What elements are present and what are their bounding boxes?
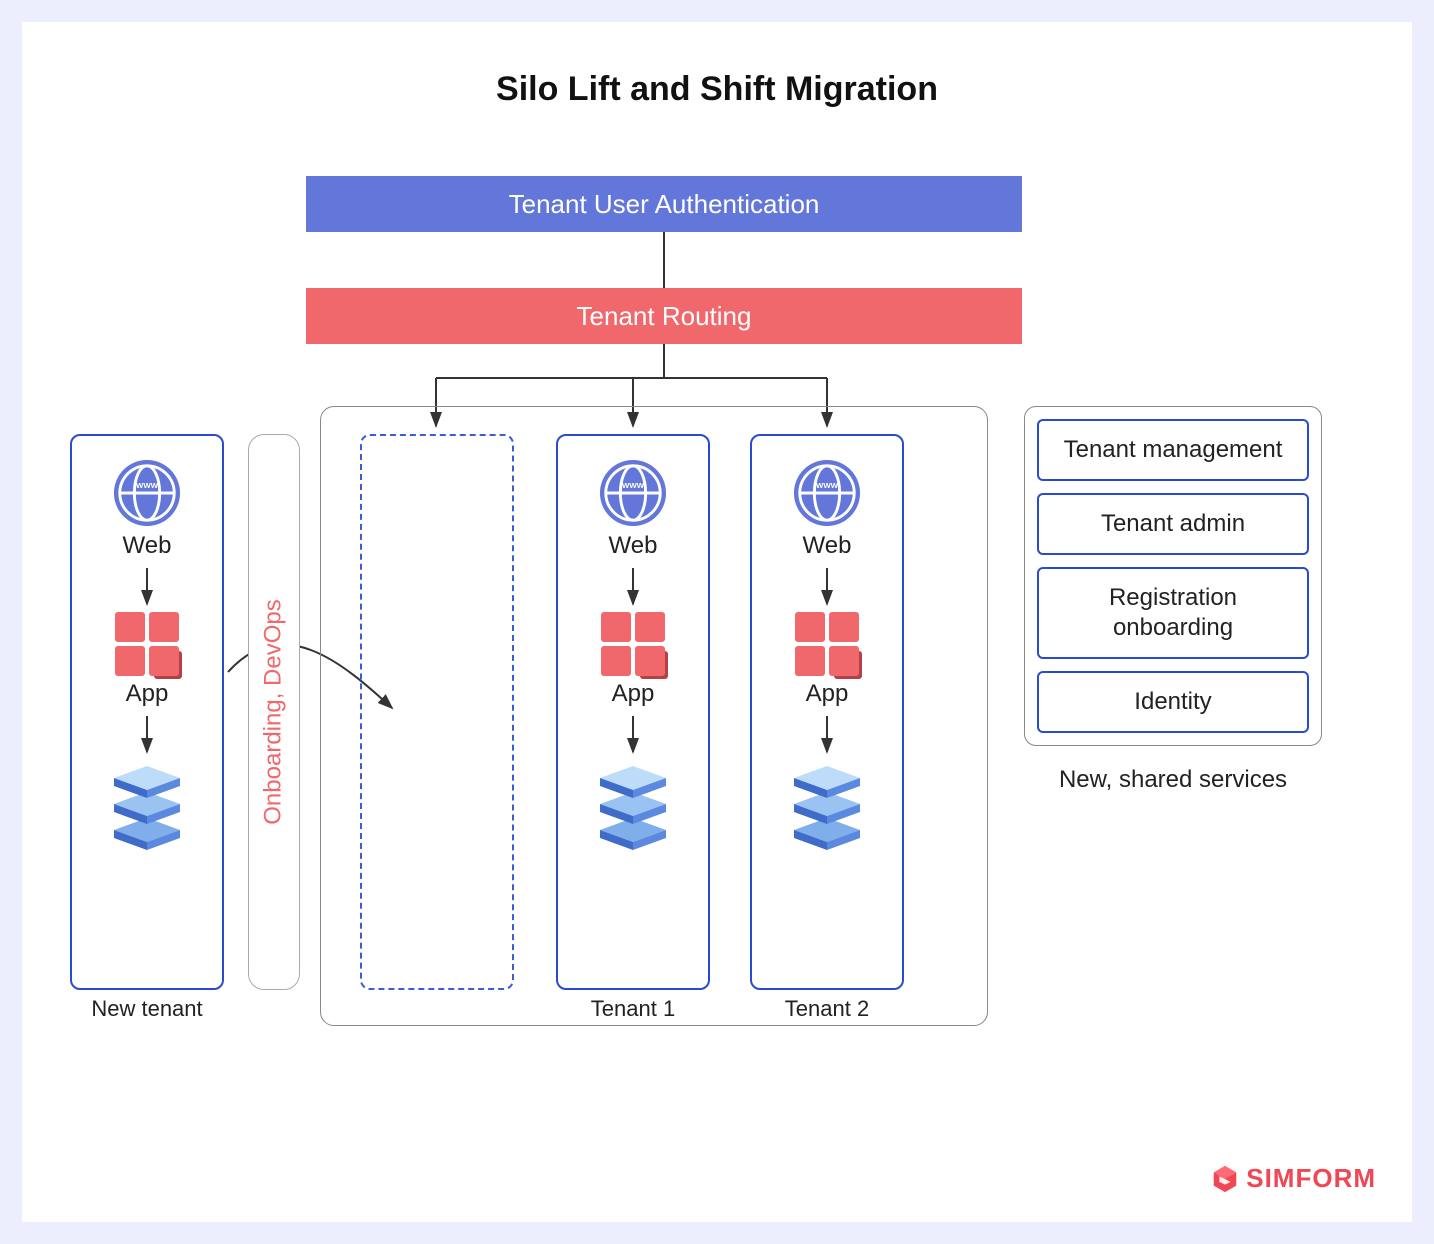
database-icon (788, 760, 866, 852)
new-tenant-silo: WWW Web App (70, 434, 224, 990)
app-icon (795, 612, 859, 676)
placeholder-silo (360, 434, 514, 990)
brand-text: SIMFORM (1246, 1163, 1376, 1194)
service-tenant-management: Tenant management (1037, 419, 1309, 481)
brand-mark-icon (1210, 1164, 1240, 1194)
web-label: Web (123, 532, 172, 560)
tenant-routing-label: Tenant Routing (577, 301, 752, 332)
service-identity: Identity (1037, 671, 1309, 733)
app-label: App (126, 680, 169, 708)
web-label: Web (609, 532, 658, 560)
tenant-routing-bar: Tenant Routing (306, 288, 1022, 344)
app-label: App (612, 680, 655, 708)
svg-text:WWW: WWW (622, 481, 645, 490)
globe-icon: WWW (112, 458, 182, 528)
tenant-1-caption: Tenant 1 (556, 996, 710, 1022)
globe-icon: WWW (792, 458, 862, 528)
app-icon (601, 612, 665, 676)
down-arrow-icon (815, 714, 839, 760)
app-label: App (806, 680, 849, 708)
database-icon (108, 760, 186, 852)
tenant-1-silo: WWW Web App (556, 434, 710, 990)
shared-services-panel: Tenant management Tenant admin Registrat… (1024, 406, 1322, 746)
tenant-auth-label: Tenant User Authentication (509, 189, 820, 220)
onboarding-label: Onboarding, DevOps (260, 599, 288, 824)
tenant-2-caption: Tenant 2 (750, 996, 904, 1022)
tenant-2-silo: WWW Web App (750, 434, 904, 990)
down-arrow-icon (621, 566, 645, 612)
app-icon (115, 612, 179, 676)
down-arrow-icon (621, 714, 645, 760)
tenant-auth-bar: Tenant User Authentication (306, 176, 1022, 232)
svg-text:WWW: WWW (816, 481, 839, 490)
new-tenant-caption: New tenant (70, 996, 224, 1022)
service-registration: Registration onboarding (1037, 567, 1309, 659)
svg-text:WWW: WWW (136, 481, 159, 490)
globe-icon: WWW (598, 458, 668, 528)
down-arrow-icon (135, 566, 159, 612)
service-tenant-admin: Tenant admin (1037, 493, 1309, 555)
diagram-frame: Silo Lift and Shift Migration Tenant Use… (22, 22, 1412, 1222)
shared-services-caption: New, shared services (1024, 764, 1322, 795)
database-icon (594, 760, 672, 852)
page-title: Silo Lift and Shift Migration (22, 22, 1412, 109)
brand-logo: SIMFORM (1210, 1163, 1376, 1194)
down-arrow-icon (135, 714, 159, 760)
down-arrow-icon (815, 566, 839, 612)
onboarding-pill: Onboarding, DevOps (248, 434, 300, 990)
web-label: Web (803, 532, 852, 560)
